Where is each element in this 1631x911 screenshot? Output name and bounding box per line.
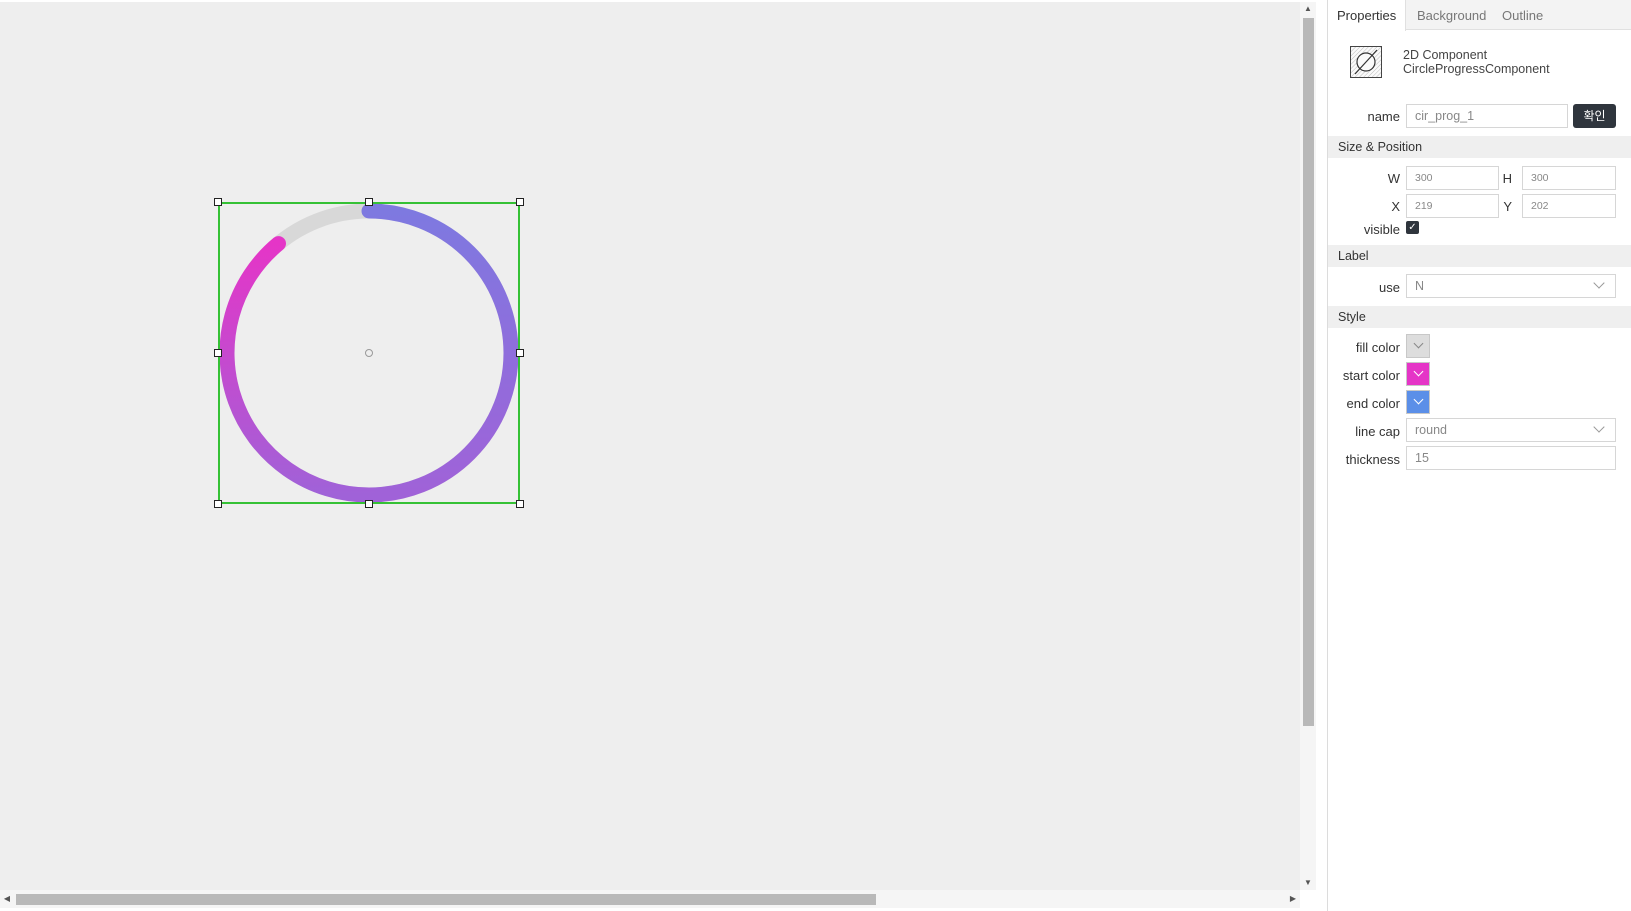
name-field[interactable]: cir_prog_1 [1406, 104, 1568, 128]
tab-outline[interactable]: Outline [1493, 0, 1552, 30]
resize-handle-top-right[interactable] [516, 198, 524, 206]
component-category: 2D Component [1403, 48, 1488, 62]
height-field[interactable]: 300 [1522, 166, 1616, 190]
tab-properties[interactable]: Properties [1328, 0, 1407, 31]
chevron-down-icon [1413, 394, 1424, 405]
visible-checkbox[interactable]: ✓ [1406, 221, 1419, 234]
end-color-picker[interactable] [1406, 390, 1430, 414]
resize-handle-bottom-right[interactable] [516, 500, 524, 508]
fill-color-label: fill color [1355, 340, 1400, 355]
chevron-down-icon [1413, 338, 1424, 349]
resize-handle-top-left[interactable] [214, 198, 222, 206]
selection-box[interactable] [218, 202, 520, 504]
start-color-picker[interactable] [1406, 362, 1430, 386]
tab-background[interactable]: Background [1408, 0, 1495, 30]
resize-handle-bottom[interactable] [365, 500, 373, 508]
confirm-button[interactable]: 확인 [1573, 104, 1616, 128]
panel-tabs: Properties Background Outline [1328, 0, 1631, 31]
section-label: Label [1328, 245, 1631, 267]
name-label: name [1367, 109, 1400, 124]
resize-handle-bottom-left[interactable] [214, 500, 222, 508]
section-size-position: Size & Position [1328, 136, 1631, 158]
x-label: X [1391, 199, 1400, 214]
use-select-value: N [1415, 279, 1425, 293]
scroll-up-arrow-icon[interactable]: ▲ [1300, 2, 1316, 16]
chevron-down-icon [1593, 421, 1605, 433]
editor-canvas-area: ▲ ▼ ◀ ▶ [0, 0, 1320, 911]
scroll-right-arrow-icon[interactable]: ▶ [1286, 890, 1300, 908]
use-label: use [1379, 280, 1400, 295]
end-color-label: end color [1346, 396, 1400, 411]
scroll-left-arrow-icon[interactable]: ◀ [0, 890, 14, 908]
component-type-label: 2D Component CircleProgressComponent [1403, 48, 1550, 76]
line-cap-select[interactable]: round [1406, 418, 1616, 442]
line-cap-label: line cap [1355, 424, 1400, 439]
fill-color-picker[interactable] [1406, 334, 1430, 358]
thickness-label: thickness [1345, 452, 1400, 467]
horizontal-scrollbar[interactable]: ◀ ▶ [0, 890, 1300, 908]
resize-handle-right[interactable] [516, 349, 524, 357]
chevron-down-icon [1593, 277, 1605, 289]
line-cap-select-value: round [1415, 423, 1447, 437]
horizontal-scroll-thumb[interactable] [16, 894, 876, 905]
y-label: Y [1503, 199, 1512, 214]
width-label: W [1387, 171, 1400, 186]
circle-progress-component-icon [1350, 46, 1382, 78]
resize-handle-left[interactable] [214, 349, 222, 357]
y-field[interactable]: 202 [1522, 194, 1616, 218]
thickness-field[interactable]: 15 [1406, 446, 1616, 470]
chevron-down-icon [1413, 366, 1424, 377]
properties-panel: Properties Background Outline 2D Compone… [1327, 0, 1631, 911]
vertical-scrollbar[interactable]: ▲ ▼ [1300, 2, 1316, 890]
component-class: CircleProgressComponent [1403, 62, 1550, 76]
visible-label: visible [1363, 222, 1400, 237]
vertical-scroll-thumb[interactable] [1303, 18, 1314, 726]
resize-handle-top[interactable] [365, 198, 373, 206]
scroll-down-arrow-icon[interactable]: ▼ [1300, 876, 1316, 890]
use-select[interactable]: N [1406, 274, 1616, 298]
start-color-label: start color [1342, 368, 1400, 383]
editor-canvas[interactable] [0, 2, 1300, 890]
height-label: H [1502, 171, 1512, 186]
section-style: Style [1328, 306, 1631, 328]
